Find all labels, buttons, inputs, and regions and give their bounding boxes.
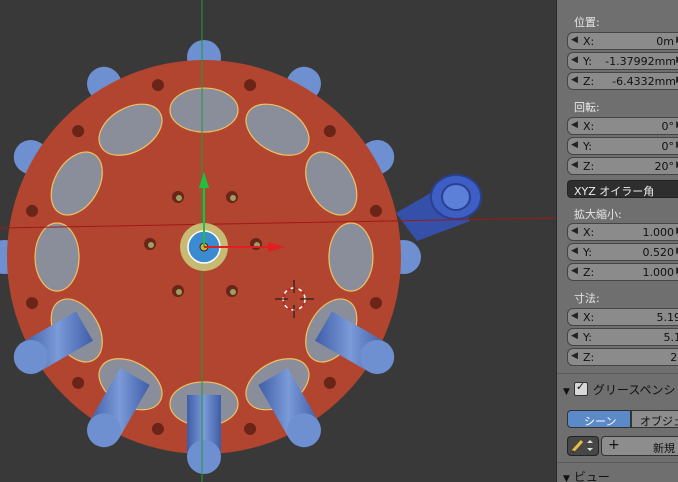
peg-top-10[interactable]: [34, 222, 80, 292]
scale-z-field[interactable]: ◀ Z: 1.000 ▶: [567, 263, 678, 281]
decrement-icon[interactable]: ◀: [571, 35, 578, 45]
divider: [557, 462, 678, 463]
new-button[interactable]: + 新規: [601, 436, 678, 456]
field-label: Z:: [583, 351, 595, 364]
hole: [323, 125, 336, 138]
new-button-label: 新規: [653, 442, 675, 455]
hole: [369, 297, 382, 310]
field-label: X:: [583, 120, 595, 133]
3d-viewport[interactable]: [0, 0, 556, 482]
rotation-z-field[interactable]: ◀ Z: 20° ▶: [567, 157, 678, 175]
peg-top-4[interactable]: [328, 222, 374, 292]
inner-hole-pin: [230, 289, 236, 295]
rotation-x-field[interactable]: ◀ X: 0° ▶: [567, 117, 678, 135]
decrement-icon[interactable]: ◀: [571, 246, 578, 256]
plus-icon: +: [608, 437, 620, 453]
hole: [323, 376, 336, 389]
field-label: Y:: [583, 331, 592, 344]
field-value: 0m: [656, 35, 674, 48]
inner-hole-pin: [176, 289, 182, 295]
decrement-icon[interactable]: ◀: [571, 140, 578, 150]
field-value: -6.4332mm: [612, 75, 676, 88]
hole: [244, 422, 257, 435]
rotation-label: 回転:: [574, 101, 600, 114]
decrement-icon[interactable]: ◀: [571, 266, 578, 276]
location-label: 位置:: [574, 16, 600, 29]
dimensions-x-field[interactable]: ◀ X: 5.193: [567, 308, 678, 326]
view-header[interactable]: ▼ ビュー: [563, 468, 610, 482]
tab-object-label: オブジェ: [640, 415, 678, 428]
rotation-mode-dropdown[interactable]: XYZ オイラー角: [567, 180, 678, 198]
field-label: X:: [583, 35, 595, 48]
hole: [151, 79, 164, 92]
inner-hole-pin: [176, 195, 182, 201]
divider: [557, 373, 678, 374]
field-value: -1.37992mm: [605, 55, 676, 68]
field-value: 20°: [654, 160, 675, 173]
field-label: Y:: [583, 246, 592, 259]
viewport-canvas[interactable]: [0, 0, 556, 482]
scale-x-field[interactable]: ◀ X: 1.000 ▶: [567, 223, 678, 241]
field-label: Y:: [583, 140, 592, 153]
hole: [72, 125, 85, 138]
field-value: 5.14: [663, 331, 678, 344]
inner-hole-pin: [148, 242, 154, 248]
field-label: Z:: [583, 75, 595, 88]
field-value: 0.520: [642, 246, 675, 259]
field-label: Z:: [583, 160, 595, 173]
expand-triangle-icon[interactable]: ▼: [563, 387, 570, 397]
grease-pencil-checkbox[interactable]: [573, 380, 588, 396]
expand-triangle-icon[interactable]: ▼: [563, 474, 570, 482]
pencil-icon: [571, 439, 593, 453]
inner-hole-pin: [230, 195, 236, 201]
hole: [369, 204, 382, 217]
field-value: 0°: [661, 120, 675, 133]
decrement-icon[interactable]: ◀: [571, 55, 578, 65]
decrement-icon[interactable]: ◀: [571, 160, 578, 170]
dimensions-label: 寸法:: [574, 292, 600, 305]
dimensions-z-field[interactable]: ◀ Z: 2m: [567, 348, 678, 366]
decrement-icon[interactable]: ◀: [571, 311, 578, 321]
rotation-y-field[interactable]: ◀ Y: 0° ▶: [567, 137, 678, 155]
scale-y-field[interactable]: ◀ Y: 0.520 ▶: [567, 243, 678, 261]
field-label: X:: [583, 226, 595, 239]
grease-pencil-title: グリースペンシ: [592, 383, 676, 397]
tab-object[interactable]: オブジェ: [631, 410, 678, 428]
field-label: Y:: [583, 55, 592, 68]
peg-7[interactable]: [187, 395, 221, 474]
decrement-icon[interactable]: ◀: [571, 120, 578, 130]
location-x-field[interactable]: ◀ X: 0m ▶: [567, 32, 678, 50]
pencil-selector[interactable]: [567, 436, 599, 456]
tab-scene-label: シーン: [584, 415, 617, 428]
decrement-icon[interactable]: ◀: [571, 75, 578, 85]
field-label: X:: [583, 311, 595, 324]
hole: [26, 204, 39, 217]
field-value: 5.193: [656, 311, 678, 324]
hole: [72, 376, 85, 389]
grease-pencil-toolrow: + 新規: [567, 436, 678, 456]
properties-panel: 位置: ◀ X: 0m ▶ ◀ Y: -1.37992mm ▶ ◀ Z: -6.…: [556, 0, 678, 482]
tab-scene[interactable]: シーン: [567, 410, 631, 428]
location-z-field[interactable]: ◀ Z: -6.4332mm ▶: [567, 72, 678, 90]
dimensions-y-field[interactable]: ◀ Y: 5.14: [567, 328, 678, 346]
location-y-field[interactable]: ◀ Y: -1.37992mm ▶: [567, 52, 678, 70]
field-value: 2m: [670, 351, 678, 364]
decrement-icon[interactable]: ◀: [571, 351, 578, 361]
hole: [26, 297, 39, 310]
field-label: Z:: [583, 266, 595, 279]
scale-label: 拡大縮小:: [574, 208, 622, 221]
hole: [151, 422, 164, 435]
field-value: 1.000: [642, 266, 675, 279]
decrement-icon[interactable]: ◀: [571, 331, 578, 341]
rotation-mode-value: XYZ オイラー角: [574, 185, 655, 198]
hole: [244, 79, 257, 92]
view-title: ビュー: [573, 470, 610, 482]
field-value: 1.000: [642, 226, 675, 239]
grease-pencil-header[interactable]: ▼ グリースペンシ: [563, 380, 676, 398]
peg-top-1[interactable]: [169, 87, 239, 133]
decrement-icon[interactable]: ◀: [571, 226, 578, 236]
field-value: 0°: [661, 140, 675, 153]
